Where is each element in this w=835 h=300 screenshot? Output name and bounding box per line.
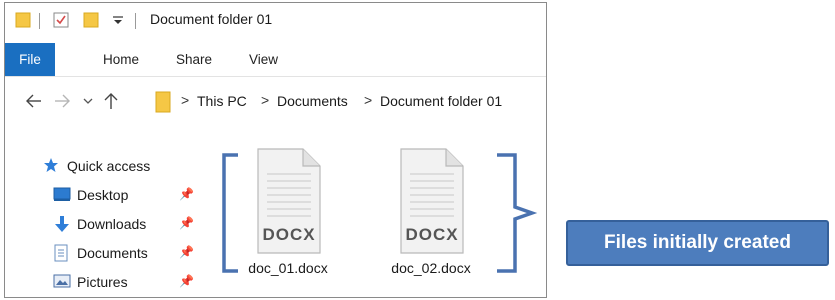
callout-connector [530, 205, 570, 250]
callout-box: Files initially created [566, 220, 829, 266]
